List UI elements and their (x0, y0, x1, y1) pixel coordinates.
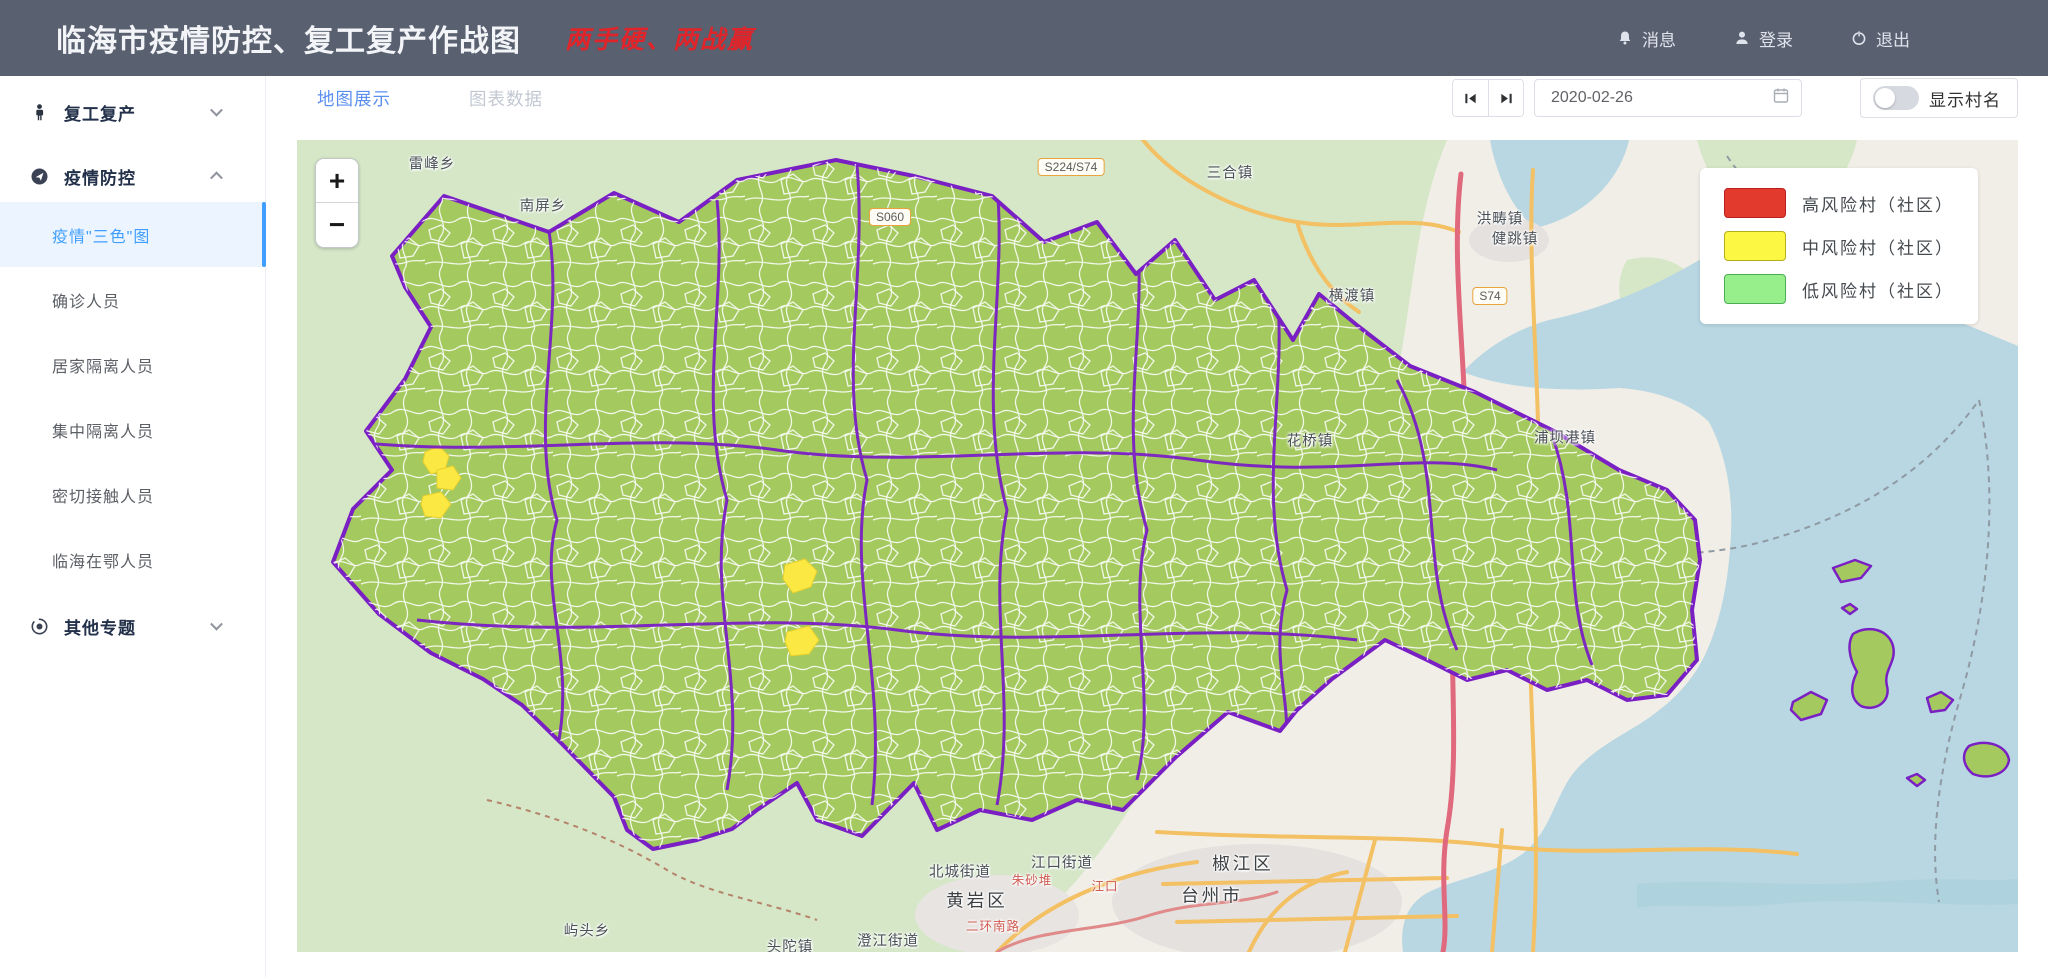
skip-next-icon (1499, 91, 1514, 106)
sidebar-group-other-topics[interactable]: 其他专题 (0, 600, 265, 652)
map-place-label: 南屏乡 (520, 195, 567, 216)
date-pager (1452, 79, 1524, 117)
toolbar-controls: 显示村名 (1452, 78, 2018, 118)
chevron-down-icon (210, 104, 223, 117)
road-shield: S224/S74 (1038, 158, 1105, 176)
target-icon (30, 617, 48, 635)
low-risk-swatch (1724, 274, 1786, 304)
map-zoom-control: + − (315, 158, 359, 248)
map-place-label: 澄江街道 (857, 930, 919, 951)
map-place-label: 屿头乡 (564, 920, 611, 941)
map-place-label: 浦坝港镇 (1534, 427, 1596, 448)
navigation-icon (30, 167, 48, 185)
skip-previous-icon (1463, 91, 1478, 106)
app-root: 临海市疫情防控、复工复产作战图 两手硬、两战赢 消息 登录 退出 (0, 0, 2048, 977)
logout-label: 退出 (1876, 26, 1910, 51)
login-label: 登录 (1759, 26, 1793, 51)
map-place-label: 洪畴镇 (1477, 208, 1524, 229)
road-shield: S060 (869, 208, 911, 226)
main-content: 地图展示 图表数据 (267, 76, 2048, 977)
chevron-down-icon (210, 618, 223, 631)
toggle-label: 显示村名 (1929, 86, 2001, 111)
calendar-icon (1773, 88, 1789, 109)
sidebar-group-label: 疫情防控 (64, 164, 136, 189)
messages-label: 消息 (1642, 26, 1676, 51)
chevron-up-icon (210, 171, 223, 184)
sidebar-item-three-color-map[interactable]: 疫情"三色"图 (0, 202, 265, 267)
zoom-out-button[interactable]: − (316, 203, 358, 247)
map-place-label: 健跳镇 (1492, 228, 1539, 249)
worker-icon (30, 103, 48, 121)
map-place-label: 黄岩区 (946, 888, 1008, 913)
header-nav: 消息 登录 退出 (1617, 26, 1910, 51)
map-place-label: 横渡镇 (1329, 285, 1376, 306)
map-road-label: 二环南路 (966, 916, 1020, 935)
map-place-label: 椒江区 (1212, 851, 1274, 876)
legend-row-mid-risk: 中风险村（社区） (1724, 231, 1954, 261)
risk-legend: 高风险村（社区） 中风险村（社区） 低风险村（社区） (1700, 168, 1978, 324)
messages-button[interactable]: 消息 (1617, 26, 1676, 51)
mid-risk-swatch (1724, 231, 1786, 261)
header-slogan: 两手硬、两战赢 (565, 20, 754, 56)
sidebar-group-label: 其他专题 (64, 614, 136, 639)
tab-chart-data[interactable]: 图表数据 (469, 86, 543, 111)
date-picker (1534, 79, 1802, 117)
power-icon (1851, 30, 1867, 46)
sidebar-group-resume-work[interactable]: 复工复产 (0, 86, 265, 138)
legend-row-high-risk: 高风险村（社区） (1724, 188, 1954, 218)
sidebar-group-label: 复工复产 (64, 100, 136, 125)
sidebar-group-epidemic-control[interactable]: 疫情防控 (0, 150, 265, 202)
sidebar-item-confirmed-cases[interactable]: 确诊人员 (0, 267, 265, 332)
next-day-button[interactable] (1488, 80, 1523, 116)
legend-row-low-risk: 低风险村（社区） (1724, 274, 1954, 304)
sidebar-item-home-quarantine[interactable]: 居家隔离人员 (0, 332, 265, 397)
sidebar-item-close-contacts[interactable]: 密切接触人员 (0, 462, 265, 527)
map-place-label: 三合镇 (1207, 162, 1254, 183)
tab-map-view[interactable]: 地图展示 (317, 86, 391, 111)
map-place-label: 雷峰乡 (409, 153, 456, 174)
sidebar-item-central-quarantine[interactable]: 集中隔离人员 (0, 397, 265, 462)
sidebar-submenu: 疫情"三色"图 确诊人员 居家隔离人员 集中隔离人员 密切接触人员 临海在鄂人员 (0, 202, 265, 592)
prev-day-button[interactable] (1453, 80, 1488, 116)
risk-map[interactable]: + − 高风险村（社区） 中风险村（社区） 低风险村（社区） 雷 (297, 140, 2018, 952)
show-village-names-toggle[interactable]: 显示村名 (1860, 78, 2018, 118)
map-place-label: 头陀镇 (767, 936, 814, 953)
map-place-label: 花桥镇 (1287, 430, 1334, 451)
date-input[interactable] (1535, 80, 1801, 116)
sidebar-item-linhai-in-hubei[interactable]: 临海在鄂人员 (0, 527, 265, 592)
logout-button[interactable]: 退出 (1851, 26, 1910, 51)
app-header: 临海市疫情防控、复工复产作战图 两手硬、两战赢 消息 登录 退出 (0, 0, 2048, 76)
user-icon (1734, 30, 1750, 46)
road-shield: S74 (1472, 287, 1507, 305)
map-place-label: 台州市 (1181, 883, 1243, 908)
bell-icon (1617, 30, 1633, 46)
toggle-switch-icon[interactable] (1873, 86, 1919, 110)
map-place-label: 北城街道 (929, 861, 991, 882)
topbar: 地图展示 图表数据 (267, 76, 2048, 120)
login-button[interactable]: 登录 (1734, 26, 1793, 51)
high-risk-swatch (1724, 188, 1786, 218)
map-road-label: 江口 (1091, 876, 1118, 895)
zoom-in-button[interactable]: + (316, 159, 358, 203)
page-title: 临海市疫情防控、复工复产作战图 (56, 16, 521, 60)
sidebar: 复工复产 疫情防控 疫情"三色"图 确诊人员 居家隔离人员 集中隔离人员 密切接… (0, 76, 266, 977)
map-road-label: 朱砂堆 (1012, 870, 1053, 889)
